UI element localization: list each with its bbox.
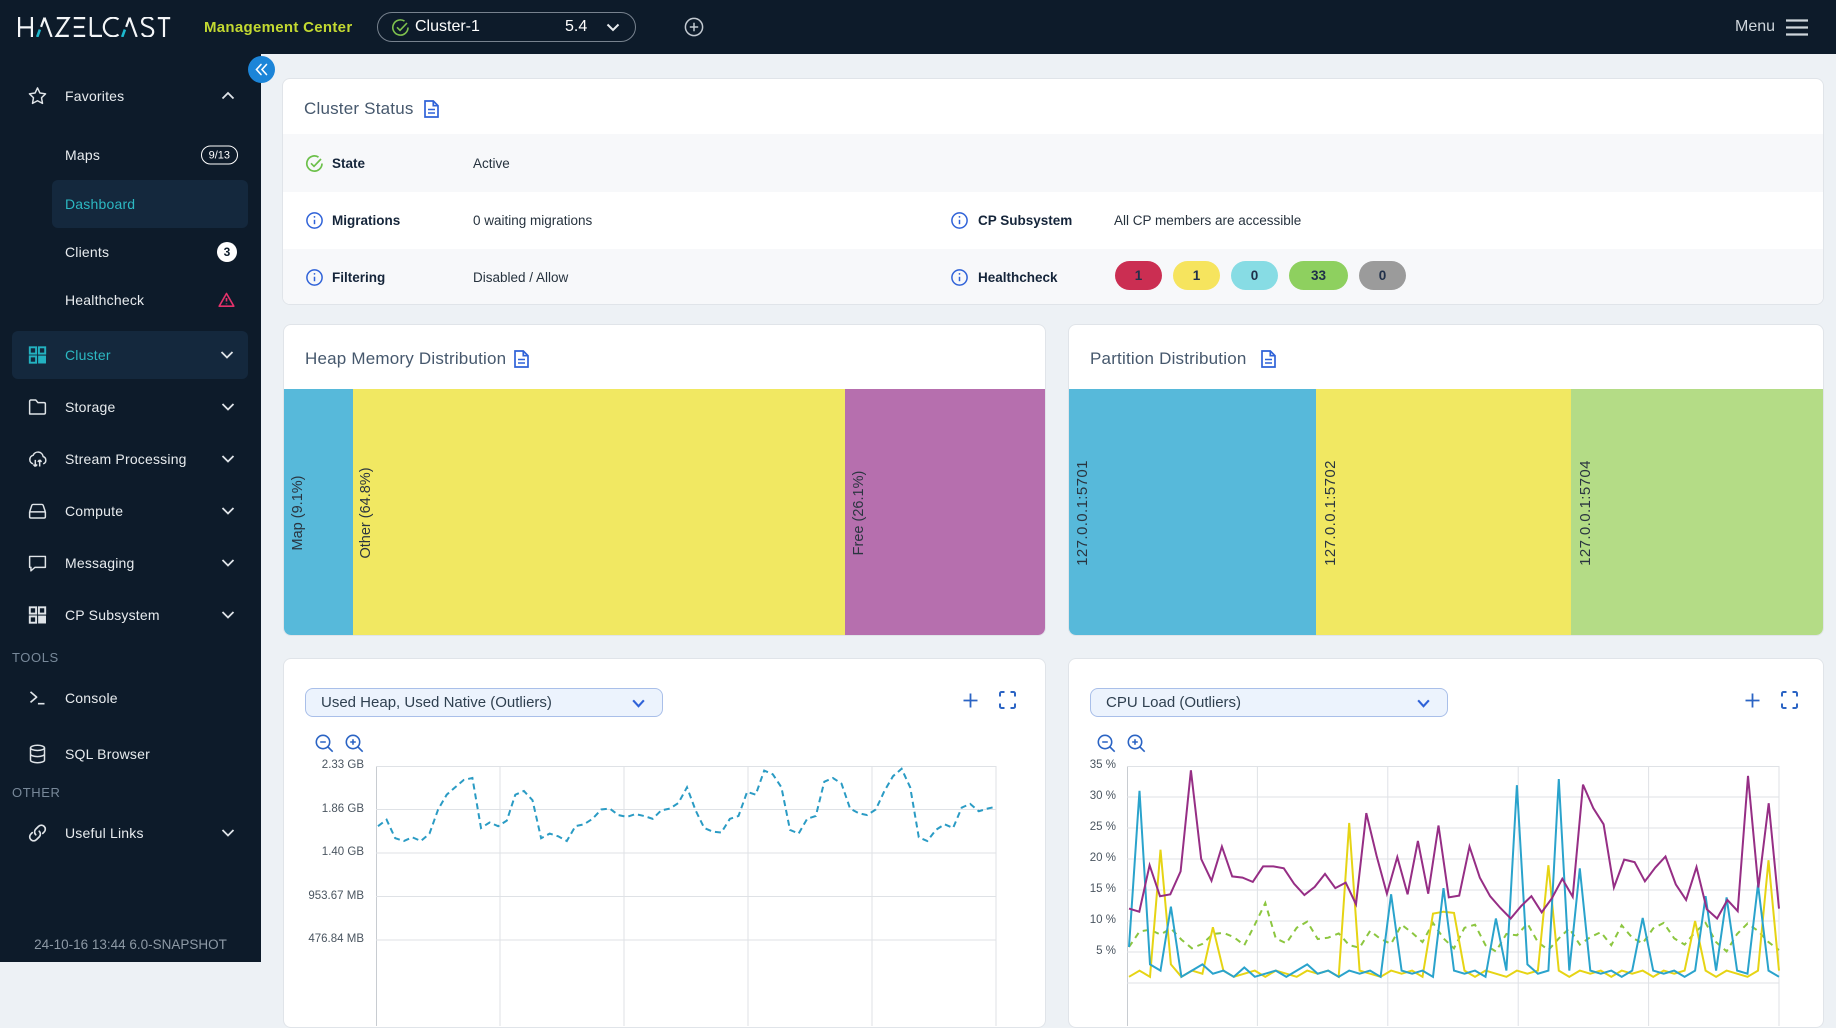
- svg-text:Map (9.1%): Map (9.1%): [290, 476, 306, 551]
- svg-text:Other (64.8%): Other (64.8%): [358, 467, 374, 558]
- svg-text:127.0.0.1:5702: 127.0.0.1:5702: [1322, 460, 1339, 566]
- svg-text:127.0.0.1:5704: 127.0.0.1:5704: [1577, 460, 1594, 566]
- svg-text:127.0.0.1:5701: 127.0.0.1:5701: [1074, 460, 1091, 566]
- svg-text:Free (26.1%): Free (26.1%): [851, 471, 867, 556]
